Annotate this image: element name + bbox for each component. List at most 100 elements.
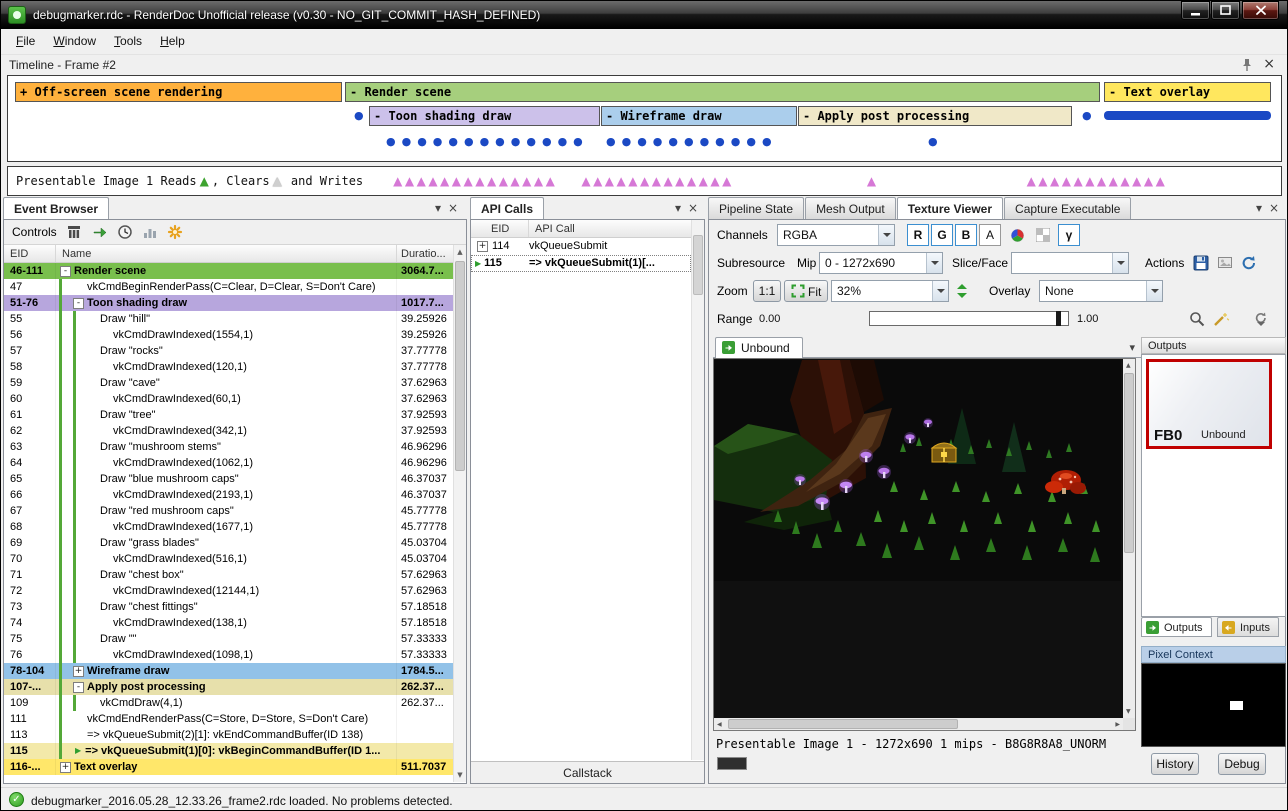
save-icon[interactable] <box>1191 253 1211 273</box>
event-row[interactable]: 59 Draw "cave" 37.62963 <box>4 375 453 391</box>
viewer-horizontal-scrollbar[interactable]: ◀ ▶ <box>714 718 1123 730</box>
menu-item[interactable]: Window <box>44 29 105 55</box>
event-row[interactable]: 69 Draw "grass blades" 45.03704 <box>4 535 453 551</box>
minimize-button[interactable] <box>1181 1 1210 20</box>
tree-expander-icon[interactable]: - <box>73 298 84 309</box>
event-row[interactable]: 72 vkCmdDrawIndexed(12144,1) 57.62963 <box>4 583 453 599</box>
auto-range-options-icon[interactable] <box>1251 309 1271 329</box>
event-row[interactable]: 58 vkCmdDrawIndexed(120,1) 37.77778 <box>4 359 453 375</box>
event-row[interactable]: 57 Draw "rocks" 37.77778 <box>4 343 453 359</box>
event-row[interactable]: 109 vkCmdDraw(4,1) 262.37... <box>4 695 453 711</box>
write-markers[interactable]: ▲▲▲▲▲▲▲▲▲▲▲▲ <box>1027 174 1168 188</box>
panel-tab[interactable]: Mesh Output <box>805 197 896 219</box>
gamma-button[interactable]: γ <box>1058 224 1080 246</box>
panel-close-icon[interactable]: × <box>1269 201 1279 215</box>
close-button[interactable] <box>1242 1 1279 20</box>
event-dot[interactable]: ● <box>1082 109 1092 122</box>
event-row[interactable]: 66 vkCmdDrawIndexed(2193,1) 46.37037 <box>4 487 453 503</box>
api-call-row[interactable]: ▶115 => vkQueueSubmit(1)[... <box>471 255 691 272</box>
range-max-value[interactable]: 1.00 <box>1077 313 1098 325</box>
tree-expander-icon[interactable]: - <box>73 682 84 693</box>
timeline-close-icon[interactable]: × <box>1263 56 1275 72</box>
flip-y-icon[interactable] <box>953 281 971 301</box>
column-api-call[interactable]: API Call <box>529 220 691 237</box>
event-row[interactable]: 61 Draw "tree" 37.92593 <box>4 407 453 423</box>
maximize-button[interactable] <box>1211 1 1240 20</box>
color-wheel-icon[interactable] <box>1006 224 1028 246</box>
slice-face-dropdown[interactable] <box>1011 252 1129 274</box>
event-row[interactable]: 47 vkCmdBeginRenderPass(C=Clear, D=Clear… <box>4 279 453 295</box>
timeline-columns-icon[interactable] <box>66 224 86 242</box>
event-row[interactable]: 65 Draw "blue mushroom caps" 46.37037 <box>4 471 453 487</box>
panel-tab[interactable]: Texture Viewer <box>897 197 1003 219</box>
event-row[interactable]: 111 vkCmdEndRenderPass(C=Store, D=Store,… <box>4 711 453 727</box>
column-eid[interactable]: EID <box>4 245 56 262</box>
overlay-dropdown[interactable]: None <box>1039 280 1163 302</box>
event-row[interactable]: 62 vkCmdDrawIndexed(342,1) 37.92593 <box>4 423 453 439</box>
event-row[interactable]: 46-111 -Render scene 3064.7... <box>4 263 453 279</box>
panel-menu-icon[interactable]: ▾ <box>435 201 441 215</box>
debug-button[interactable]: Debug <box>1218 753 1266 775</box>
event-row[interactable]: 115 ▶=> vkQueueSubmit(1)[0]: vkBeginComm… <box>4 743 453 759</box>
event-row[interactable]: 63 Draw "mushroom stems" 46.96296 <box>4 439 453 455</box>
scroll-left-icon[interactable]: ◀ <box>717 721 722 728</box>
callstack-section[interactable]: Callstack <box>471 761 704 783</box>
draw-event-dots[interactable]: ●●●●●●●●●●● <box>606 135 778 148</box>
event-row[interactable]: 64 vkCmdDrawIndexed(1062,1) 46.96296 <box>4 455 453 471</box>
scrollbar-thumb[interactable] <box>1124 373 1134 553</box>
menu-item[interactable]: File <box>7 29 44 55</box>
bookmark-icon[interactable] <box>167 224 187 242</box>
write-marker[interactable]: ▲ <box>867 174 879 188</box>
timeline-text-overlay-span[interactable] <box>1104 111 1271 120</box>
event-row[interactable]: 78-104 +Wireframe draw 1784.5... <box>4 663 453 679</box>
scroll-down-icon[interactable]: ▼ <box>1126 708 1131 715</box>
timeline-bar-text-overlay[interactable]: - Text overlay <box>1104 82 1271 102</box>
checkerboard-icon[interactable] <box>1032 224 1054 246</box>
event-row[interactable]: 56 vkCmdDrawIndexed(1554,1) 39.25926 <box>4 327 453 343</box>
fit-button[interactable]: Fit <box>784 280 828 302</box>
event-row[interactable]: 74 vkCmdDrawIndexed(138,1) 57.18518 <box>4 615 453 631</box>
refresh-icon[interactable] <box>1239 253 1259 273</box>
scroll-up-icon[interactable]: ▲ <box>1126 362 1131 369</box>
panel-menu-icon[interactable]: ▾ <box>1256 201 1262 215</box>
panel-close-icon[interactable]: × <box>448 201 458 215</box>
timeline-bar-toon-shading[interactable]: - Toon shading draw <box>369 106 600 126</box>
stats-icon[interactable] <box>142 224 162 242</box>
column-name[interactable]: Name <box>56 245 397 262</box>
timeline-track[interactable]: + Off-screen scene rendering - Render sc… <box>7 75 1282 162</box>
tab-outputs[interactable]: Outputs <box>1141 617 1212 637</box>
texture-display-area[interactable]: ◀ ▶ ▲ ▼ <box>713 358 1136 731</box>
thumbnail-fb0[interactable]: FB0 Unbound <box>1146 359 1272 449</box>
write-markers[interactable]: ▲▲▲▲▲▲▲▲▲▲▲▲▲▲ <box>393 174 557 188</box>
tree-expander-icon[interactable]: + <box>477 241 488 252</box>
event-row[interactable]: 68 vkCmdDrawIndexed(1677,1) 45.77778 <box>4 519 453 535</box>
column-eid[interactable]: EID <box>471 220 529 237</box>
tab-inputs[interactable]: Inputs <box>1217 617 1279 637</box>
event-row[interactable]: 76 vkCmdDrawIndexed(1098,1) 57.33333 <box>4 647 453 663</box>
alpha-channel-button[interactable]: A <box>979 224 1001 246</box>
scroll-up-icon[interactable]: ▲ <box>454 245 466 259</box>
jump-to-eid-icon[interactable] <box>92 224 112 242</box>
tree-expander-icon[interactable]: + <box>73 666 84 677</box>
range-slider-handle[interactable] <box>1056 311 1061 326</box>
column-duration[interactable]: Duratio... <box>397 245 453 262</box>
event-row[interactable]: 113 => vkQueueSubmit(2)[1]: vkEndCommand… <box>4 727 453 743</box>
texture-list-chevron-icon[interactable]: ▾ <box>1129 341 1135 354</box>
mip-dropdown[interactable]: 0 - 1272x690 <box>819 252 943 274</box>
panel-close-icon[interactable]: × <box>688 201 698 215</box>
api-call-row[interactable]: +114 vkQueueSubmit <box>471 238 691 255</box>
zoom-level-combo[interactable]: 32% <box>831 280 949 302</box>
autofit-wand-icon[interactable] <box>1211 309 1231 329</box>
tree-expander-icon[interactable]: + <box>60 762 71 773</box>
timeline-bar-offscreen[interactable]: + Off-screen scene rendering <box>15 82 342 102</box>
draw-event-dot[interactable]: ● <box>928 135 944 148</box>
green-channel-button[interactable]: G <box>931 224 953 246</box>
tab-unbound-texture[interactable]: Unbound <box>715 337 803 358</box>
scroll-down-icon[interactable]: ▼ <box>454 768 466 782</box>
red-channel-button[interactable]: R <box>907 224 929 246</box>
time-draws-icon[interactable] <box>117 224 137 242</box>
menu-item[interactable]: Help <box>151 29 194 55</box>
export-image-icon[interactable] <box>1215 253 1235 273</box>
tree-expander-icon[interactable]: - <box>60 266 71 277</box>
viewer-vertical-scrollbar[interactable]: ▲ ▼ <box>1123 359 1135 718</box>
